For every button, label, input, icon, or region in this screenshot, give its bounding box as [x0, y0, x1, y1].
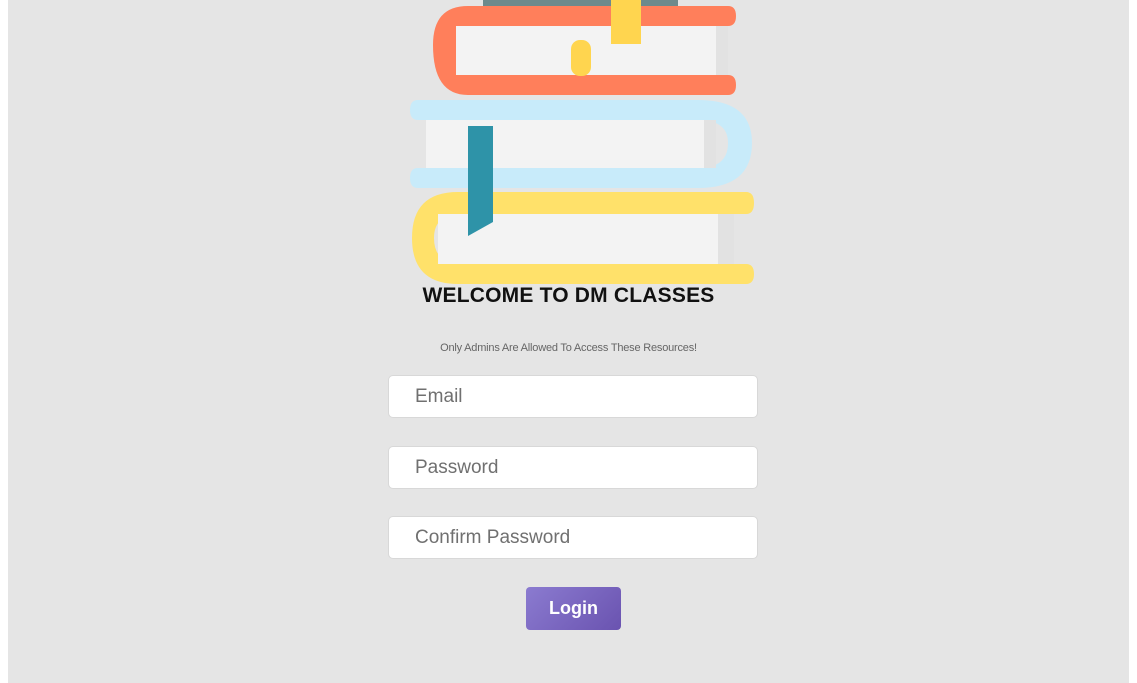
email-field[interactable] — [388, 375, 758, 418]
password-field[interactable] — [388, 446, 758, 489]
confirm-password-field[interactable] — [388, 516, 758, 559]
login-button[interactable]: Login — [526, 587, 621, 630]
stacked-books-icon — [410, 0, 754, 284]
page-title: WELCOME TO DM CLASSES — [422, 284, 715, 307]
page-subtitle: Only Admins Are Allowed To Access These … — [440, 342, 697, 354]
